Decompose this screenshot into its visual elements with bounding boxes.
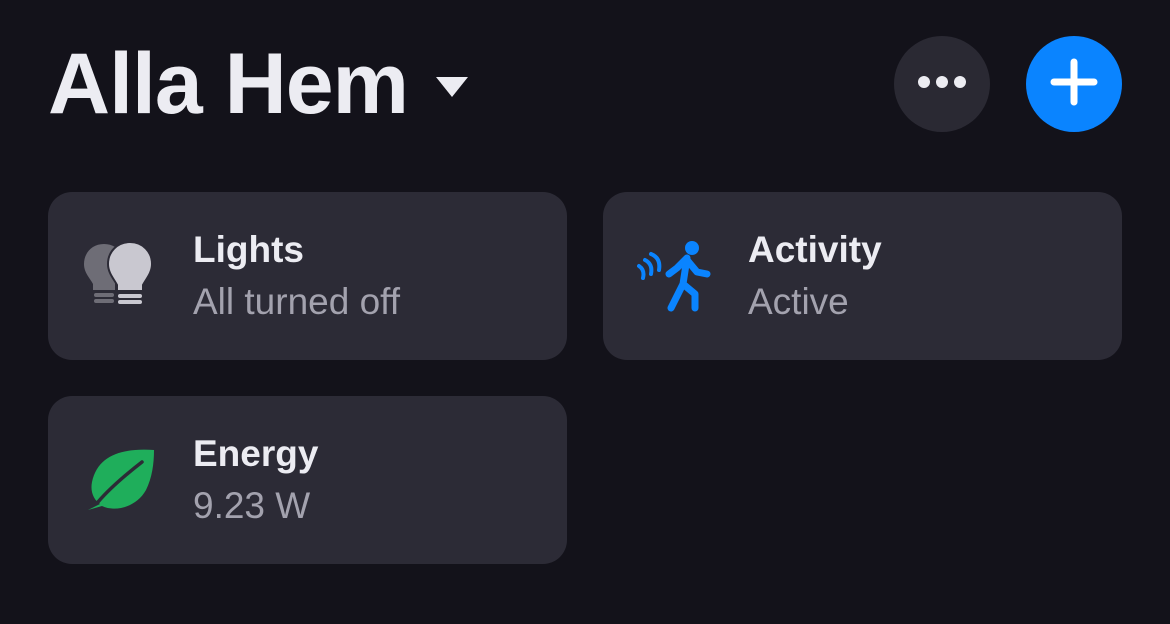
- ellipsis-icon: [917, 75, 967, 94]
- tile-label: Energy: [193, 433, 319, 474]
- home-selector[interactable]: Alla Hem: [48, 36, 470, 132]
- home-title: Alla Hem: [48, 36, 409, 132]
- add-button[interactable]: [1026, 36, 1122, 132]
- more-options-button[interactable]: [894, 36, 990, 132]
- lightbulbs-icon: [82, 238, 158, 314]
- tile-status: Active: [748, 281, 849, 322]
- tile-status: All turned off: [193, 281, 401, 322]
- energy-tile[interactable]: Energy 9.23 W: [48, 396, 567, 564]
- header: Alla Hem: [48, 36, 1122, 132]
- leaf-icon: [82, 442, 158, 518]
- plus-icon: [1050, 58, 1098, 111]
- tile-label: Lights: [193, 229, 304, 270]
- activity-tile[interactable]: Activity Active: [603, 192, 1122, 360]
- tile-label: Activity: [748, 229, 882, 270]
- motion-sensor-icon: [637, 238, 713, 314]
- chevron-down-icon: [434, 75, 470, 99]
- tile-status: 9.23 W: [193, 485, 311, 526]
- lights-tile[interactable]: Lights All turned off: [48, 192, 567, 360]
